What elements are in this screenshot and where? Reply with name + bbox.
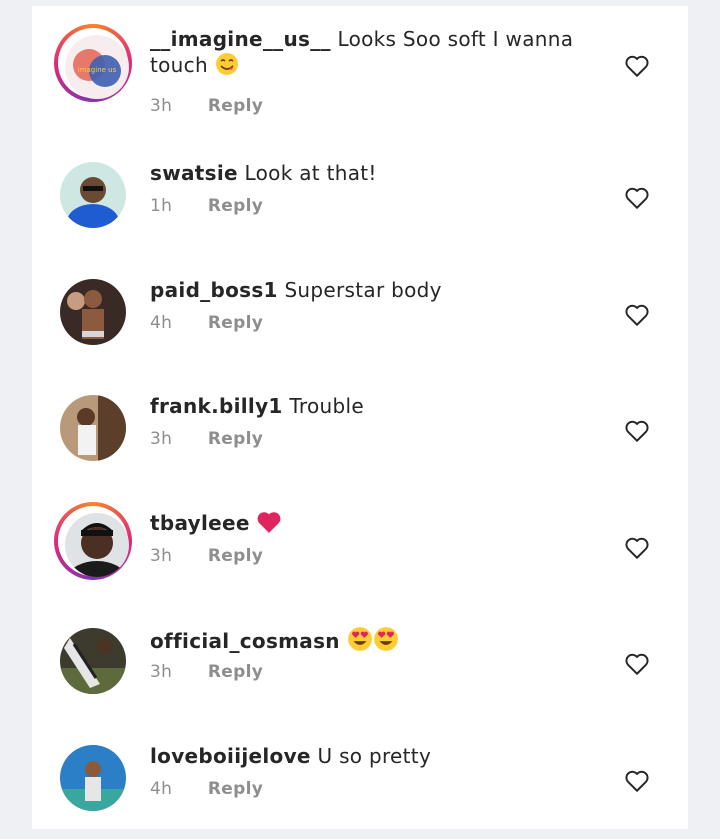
heart-outline-icon[interactable] (624, 303, 650, 327)
comment-text: Superstar body (284, 278, 442, 302)
comment-time: 4h (150, 313, 173, 333)
comment-time: 3h (150, 429, 173, 449)
avatar-frame[interactable] (54, 389, 132, 467)
comment-username[interactable]: swatsie (150, 161, 238, 185)
avatar (60, 395, 126, 461)
avatar-caption: imagine us (78, 66, 117, 74)
reply-button[interactable]: Reply (208, 546, 263, 566)
avatar: imagine us (65, 35, 129, 99)
heart-outline-icon[interactable] (624, 536, 650, 560)
reply-button[interactable]: Reply (208, 96, 263, 116)
reply-button[interactable]: Reply (208, 196, 263, 216)
comment-item: tbayleee 3h Reply (32, 502, 688, 606)
avatar-frame[interactable] (54, 739, 132, 817)
comment-text: U so pretty (317, 744, 432, 768)
avatar (60, 628, 126, 694)
avatar-frame[interactable] (54, 156, 132, 234)
comment-username[interactable]: paid_boss1 (150, 278, 278, 302)
heart-eyes-emoji (373, 626, 399, 658)
reply-button[interactable]: Reply (208, 779, 263, 799)
yum-emoji (215, 52, 239, 82)
heart-eyes-emoji (347, 626, 373, 658)
comment-time: 3h (150, 96, 173, 116)
comments-panel: imagine us __imagine__us__ Looks Soo sof… (32, 6, 688, 829)
comment-item: swatsie Look at that! 1h Reply (32, 156, 688, 256)
comment-time: 3h (150, 662, 173, 682)
red-heart-emoji (256, 510, 282, 540)
heart-outline-icon[interactable] (624, 419, 650, 443)
heart-outline-icon[interactable] (624, 652, 650, 676)
reply-button[interactable]: Reply (208, 429, 263, 449)
comment-time: 3h (150, 546, 173, 566)
avatar-frame[interactable] (54, 273, 132, 351)
comment-text: Look at that! (244, 161, 377, 185)
heart-outline-icon[interactable] (624, 186, 650, 210)
comment-text-continued: touch (150, 53, 208, 77)
avatar-frame[interactable] (54, 622, 132, 700)
heart-outline-icon[interactable] (624, 769, 650, 793)
comment-username[interactable]: __imagine__us__ (150, 27, 331, 51)
comment-item: frank.billy1 Trouble 3h Reply (32, 389, 688, 489)
comment-text: Looks Soo soft I wanna (337, 27, 574, 51)
avatar (60, 279, 126, 345)
comment-username[interactable]: official_cosmasn (150, 629, 340, 653)
avatar-story-ring[interactable] (54, 502, 132, 580)
comment-item: imagine us __imagine__us__ Looks Soo sof… (32, 20, 688, 120)
comment-item: paid_boss1 Superstar body 4h Reply (32, 273, 688, 373)
comment-item: official_cosmasn 3h Reply (32, 622, 688, 722)
comment-username[interactable]: loveboiijelove (150, 744, 311, 768)
reply-button[interactable]: Reply (208, 313, 263, 333)
comment-time: 4h (150, 779, 173, 799)
comment-text: Trouble (289, 394, 364, 418)
avatar (60, 745, 126, 811)
avatar (65, 513, 129, 577)
comment-username[interactable]: frank.billy1 (150, 394, 283, 418)
comment-time: 1h (150, 196, 173, 216)
avatar (60, 162, 126, 228)
comment-item: loveboiijelove U so pretty 4h Reply (32, 739, 688, 839)
reply-button[interactable]: Reply (208, 662, 263, 682)
comment-username[interactable]: tbayleee (150, 511, 250, 535)
avatar-story-ring[interactable]: imagine us (54, 24, 132, 102)
heart-outline-icon[interactable] (624, 54, 650, 78)
